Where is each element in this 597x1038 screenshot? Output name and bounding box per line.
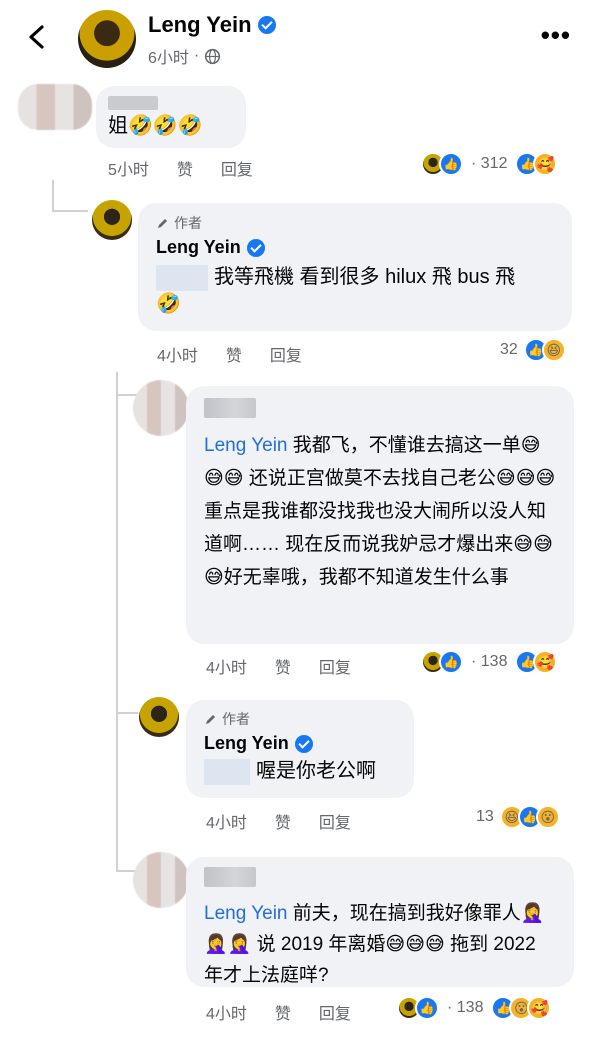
mention-link[interactable]: Leng Yein xyxy=(204,435,288,456)
comment-bubble: Leng Yein 前夫，现在搞到我好像罪人🤦‍♀️🤦‍♀️🤦‍♀️ 说 201… xyxy=(186,857,574,987)
reaction-count: · 138 xyxy=(447,999,484,1016)
like-reaction-icon: 👍 xyxy=(415,996,439,1020)
reaction-count: · 312 xyxy=(471,155,508,172)
reaction-summary[interactable]: 👍 · 138 👍 🥰 xyxy=(421,650,558,674)
author-label: 作者 xyxy=(222,711,250,727)
globe-icon xyxy=(205,48,221,64)
reply-button[interactable]: 回复 xyxy=(319,809,351,833)
comment-actions: 4小时 赞 回复 xyxy=(206,1000,351,1024)
post-time[interactable]: 6小时 xyxy=(148,44,189,68)
like-reaction-icon: 👍 xyxy=(439,650,463,674)
reply-button[interactable]: 回复 xyxy=(319,1000,351,1024)
comment-text: Leng Yein 我都飞，不懂谁去搞这一单😅😅😅 还说正宫做莫不去找自己老公😅… xyxy=(204,429,556,594)
meta-separator: · xyxy=(193,47,200,64)
thread-line xyxy=(116,372,118,872)
blurred-name xyxy=(204,398,256,418)
post-meta: 6小时 · xyxy=(148,44,221,68)
reply-button[interactable]: 回复 xyxy=(319,654,351,678)
comment-text-body: 喔是你老公啊 xyxy=(256,760,376,782)
more-options-icon[interactable]: ••• xyxy=(541,22,571,48)
comment-text: 喔是你老公啊 xyxy=(204,756,396,787)
reaction-summary[interactable]: 👍 · 138 👍 😮 🥰 xyxy=(397,996,552,1020)
verified-badge-icon xyxy=(246,238,265,257)
like-button[interactable]: 赞 xyxy=(177,156,193,180)
reaction-count: 32 xyxy=(500,341,518,358)
reply-button[interactable]: 回复 xyxy=(270,342,302,366)
pencil-icon xyxy=(158,219,167,228)
like-button[interactable]: 赞 xyxy=(226,342,242,366)
comment-author-text[interactable]: Leng Yein xyxy=(204,733,289,754)
reaction-count: · 138 xyxy=(471,653,508,670)
reaction-summary[interactable]: 13 😆 👍 😮 xyxy=(476,805,560,829)
comment-actions: 4小时 赞 回复 xyxy=(157,342,302,366)
verified-badge-icon xyxy=(294,734,313,753)
comment-author-text[interactable]: Leng Yein xyxy=(156,237,241,258)
mention-link[interactable]: Leng Yein xyxy=(204,903,288,924)
thread-line xyxy=(52,210,88,212)
comment-text: Leng Yein 前夫，现在搞到我好像罪人🤦‍♀️🤦‍♀️🤦‍♀️ 说 201… xyxy=(204,898,556,991)
author-name-text[interactable]: Leng Yein xyxy=(148,12,252,38)
like-button[interactable]: 赞 xyxy=(275,654,291,678)
thread-line xyxy=(52,180,54,212)
comment-bubble: 姐🤣🤣🤣 xyxy=(96,86,246,148)
like-button[interactable]: 赞 xyxy=(275,809,291,833)
post-header: Leng Yein 6小时 · ••• xyxy=(0,0,597,82)
care-reaction-icon: 🥰 xyxy=(527,996,552,1020)
comment-bubble: 作者 Leng Yein 喔是你老公啊 xyxy=(186,700,414,798)
author-tag: 作者 xyxy=(204,709,396,729)
comment-time[interactable]: 4小时 xyxy=(206,654,247,678)
comment-text-body: 我等飛機 看到很多 hilux 飛 bus 飛 xyxy=(214,266,516,288)
comment-author-name[interactable]: Leng Yein xyxy=(204,733,396,754)
care-reaction-icon: 🥰 xyxy=(533,152,558,176)
comment-actions: 4小时 赞 回复 xyxy=(206,809,351,833)
reaction-summary[interactable]: 32 👍 😆 xyxy=(500,338,566,362)
comment-bubble: Leng Yein 我都飞，不懂谁去搞这一单😅😅😅 还说正宫做莫不去找自己老公😅… xyxy=(186,386,574,644)
verified-badge-icon xyxy=(257,16,276,34)
commenter-avatar[interactable] xyxy=(133,380,189,436)
author-name[interactable]: Leng Yein xyxy=(148,12,276,38)
author-avatar[interactable] xyxy=(78,10,136,68)
author-reply-avatar[interactable] xyxy=(92,200,132,240)
blurred-name xyxy=(204,867,256,887)
thread-line xyxy=(116,712,138,714)
like-button[interactable]: 赞 xyxy=(275,1000,291,1024)
comment-time[interactable]: 4小时 xyxy=(206,809,247,833)
haha-reaction-icon: 😆 xyxy=(541,338,566,362)
comment-time[interactable]: 4小时 xyxy=(206,1000,247,1024)
comment-bubble: 作者 Leng Yein 我等飛機 看到很多 hilux 飛 bus 飛 🤣 xyxy=(138,203,572,331)
comment-emoji: 🤣 xyxy=(156,291,181,315)
reply-button[interactable]: 回复 xyxy=(221,156,253,180)
comment-time[interactable]: 5小时 xyxy=(108,156,149,180)
comment-text-body: 我都飞，不懂谁去搞这一单😅😅😅 还说正宫做莫不去找自己老公😅😅😅 重点是我谁都没… xyxy=(204,435,556,588)
back-chevron-icon[interactable] xyxy=(22,22,52,52)
comment-text: 我等飛機 看到很多 hilux 飛 bus 飛 xyxy=(156,262,554,293)
author-reply-avatar[interactable] xyxy=(139,697,179,737)
blurred-mention xyxy=(204,758,250,785)
reaction-count: 13 xyxy=(476,808,494,825)
blurred-name xyxy=(108,96,158,110)
pencil-icon xyxy=(206,715,215,724)
comment-actions: 4小时 赞 回复 xyxy=(206,654,351,678)
like-reaction-icon: 👍 xyxy=(439,152,463,176)
author-tag: 作者 xyxy=(156,213,554,233)
wow-reaction-icon: 😮 xyxy=(535,805,560,829)
reaction-summary[interactable]: 👍 · 312 👍 🥰 xyxy=(421,152,558,176)
comment-time[interactable]: 4小时 xyxy=(157,342,198,366)
comment-actions: 5小时 赞 回复 xyxy=(108,156,253,180)
care-reaction-icon: 🥰 xyxy=(533,650,558,674)
comment-text: 姐🤣🤣🤣 xyxy=(108,113,203,137)
comment-author-name[interactable]: Leng Yein xyxy=(156,237,554,258)
commenter-avatar[interactable] xyxy=(133,852,189,908)
author-label: 作者 xyxy=(174,215,202,231)
blurred-mention xyxy=(156,264,208,291)
commenter-avatar[interactable] xyxy=(18,84,92,130)
